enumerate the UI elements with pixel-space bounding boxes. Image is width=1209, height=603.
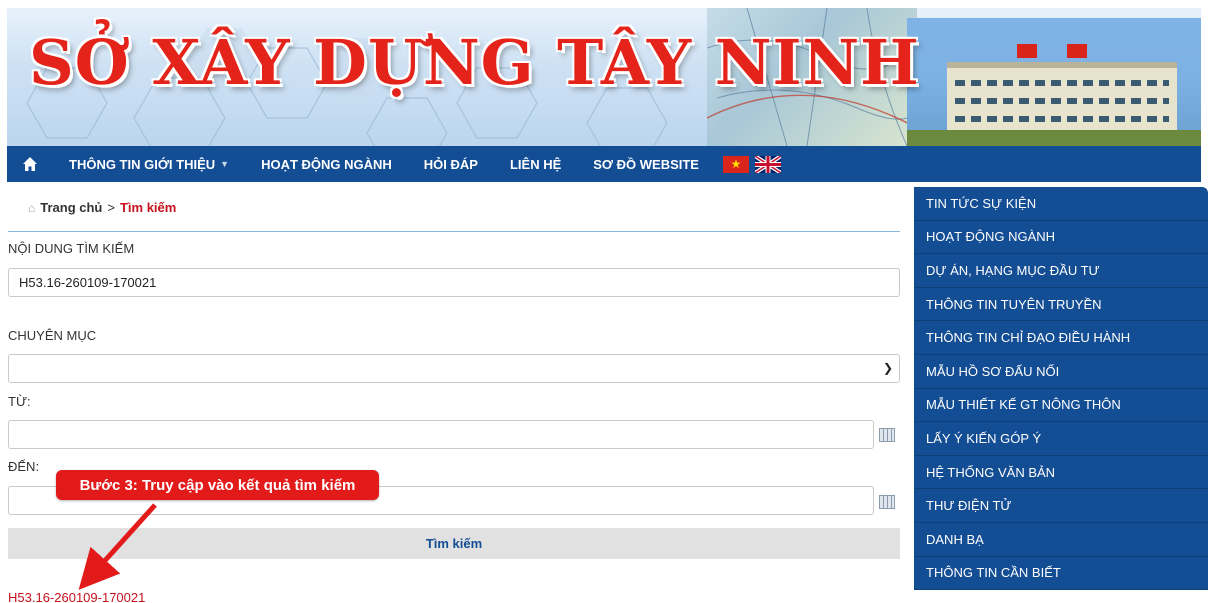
step-callout: Bước 3: Truy cập vào kết quả tìm kiếm xyxy=(56,470,379,500)
sidebar-item-du-an[interactable]: DỰ ÁN, HẠNG MỤC ĐẦU TƯ xyxy=(914,254,1208,288)
sidebar-item-thu-dien-tu[interactable]: THƯ ĐIỆN TỬ xyxy=(914,489,1208,523)
sidebar-item-lay-y-kien[interactable]: LẤY Ý KIẾN GÓP Ý xyxy=(914,422,1208,456)
sidebar-item-mau-ho-so[interactable]: MẪU HỒ SƠ ĐẤU NỐI xyxy=(914,354,1208,389)
sidebar-item-mau-thiet-ke[interactable]: MẪU THIẾT KẾ GT NÔNG THÔN xyxy=(914,388,1208,423)
sidebar-item-tuyen-truyen[interactable]: THÔNG TIN TUYÊN TRUYỀN xyxy=(914,287,1208,322)
sidebar-item-danh-ba[interactable]: DANH BẠ xyxy=(914,522,1208,557)
sidebar-menu: TIN TỨC SỰ KIỆN HOẠT ĐỘNG NGÀNH DỰ ÁN, H… xyxy=(914,187,1208,591)
sidebar-item-tin-tuc-su-kien[interactable]: TIN TỨC SỰ KIỆN xyxy=(914,187,1208,221)
sidebar-item-he-thong-van-ban[interactable]: HỆ THỐNG VĂN BẢN xyxy=(914,455,1208,490)
sidebar-item-hoat-dong-nganh[interactable]: HOẠT ĐỘNG NGÀNH xyxy=(914,220,1208,255)
sidebar-item-thong-tin-can-biet[interactable]: THÔNG TIN CẦN BIẾT xyxy=(914,556,1208,591)
sidebar-item-chi-dao-dieu-hanh[interactable]: THÔNG TIN CHỈ ĐẠO ĐIỀU HÀNH xyxy=(914,321,1208,355)
